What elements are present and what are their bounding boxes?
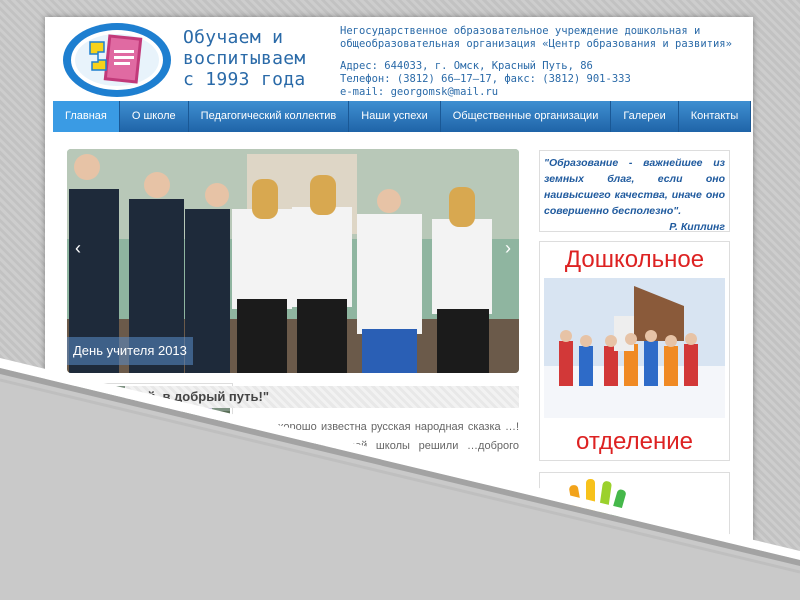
preschool-banner[interactable]: Дошкольное отделение [539, 241, 730, 461]
nav-item-staff[interactable]: Педагогический коллектив [189, 101, 350, 132]
brand-name: MavrinaSchool [224, 568, 289, 578]
slogan-line: Обучаем и [183, 27, 284, 48]
org-name: Негосударственное образовательное учрежд… [340, 25, 732, 50]
nav-item-home[interactable]: Главная [53, 101, 120, 132]
logo-emblem-icon [63, 23, 171, 97]
page-ellipsis: … [316, 492, 340, 514]
article-preview: …ай, в добрый путь!" …нам хорошо известн… [67, 378, 519, 471]
page-link[interactable]: 5 [205, 492, 224, 514]
last-page-button[interactable]: последняя » [424, 492, 501, 514]
org-info: Негосударственное образовательное учрежд… [340, 25, 740, 99]
quote-text: "Образование - важнейшее из земных благ,… [544, 157, 725, 217]
nav-item-contacts[interactable]: Контакты [679, 101, 752, 132]
page-link[interactable]: 7 [249, 492, 268, 514]
nav-item-achievements[interactable]: Наши успехи [349, 101, 441, 132]
org-phone: Телефон: (3812) 66–17–17, факс: (3812) 9… [340, 73, 631, 85]
page-link[interactable]: 6 [227, 492, 246, 514]
nav-item-organizations[interactable]: Общественные организации [441, 101, 612, 132]
main-nav: Главная О школе Педагогический коллектив… [53, 101, 752, 132]
secondary-banner[interactable] [539, 472, 730, 542]
footer-divider [45, 554, 753, 555]
banner-title-bottom: отделение [576, 428, 693, 455]
slide-caption[interactable]: День учителя 2013 [67, 337, 193, 365]
page-link[interactable]: 3 [161, 492, 180, 514]
nav-item-gallery[interactable]: Галереи [611, 101, 679, 132]
page: Обучаем и воспитываем с 1993 года Негосу… [45, 17, 753, 590]
quote-box: "Образование - важнейшее из земных благ,… [539, 150, 730, 233]
pagination: 1 2 3 4 5 6 7 8 9 … следующая › последня… [117, 492, 501, 514]
article-title[interactable]: …ай, в добрый путь!" [125, 386, 519, 408]
org-address: Адрес: 644033, г. Омск, Красный Путь, 86 [340, 60, 593, 72]
banner-title-top: Дошкольное [564, 246, 705, 273]
copyright-text: Авторские права (Copyright) © 2014, [71, 568, 225, 578]
read-more-button[interactable]: Подробнее [243, 445, 311, 461]
logo[interactable] [62, 22, 172, 98]
org-email[interactable]: e-mail: georgomsk@mail.ru [340, 86, 740, 99]
page-link[interactable]: 2 [139, 492, 158, 514]
nav-item-about[interactable]: О школе [120, 101, 189, 132]
page-link[interactable]: 8 [271, 492, 290, 514]
chevron-left-icon[interactable]: ‹ [69, 237, 87, 259]
page-link[interactable]: 4 [183, 492, 202, 514]
next-page-button[interactable]: следующая › [343, 492, 421, 514]
slogan: Обучаем и воспитываем с 1993 года [183, 27, 323, 90]
footer: Авторские права (Copyright) © 2014, Mavr… [71, 568, 289, 578]
image-slider[interactable]: ‹ › День учителя 2013 [67, 149, 519, 373]
quote-author: Р. Киплинг [669, 221, 725, 233]
banner-photo [544, 246, 725, 456]
page-link[interactable]: 1 [117, 492, 136, 514]
chevron-right-icon[interactable]: › [499, 237, 517, 259]
hand-logo-icon [540, 473, 729, 541]
pager-divider [67, 485, 519, 486]
page-link[interactable]: 9 [294, 492, 313, 514]
slogan-line: воспитываем [183, 48, 306, 69]
slogan-line: с 1993 года [183, 69, 306, 90]
